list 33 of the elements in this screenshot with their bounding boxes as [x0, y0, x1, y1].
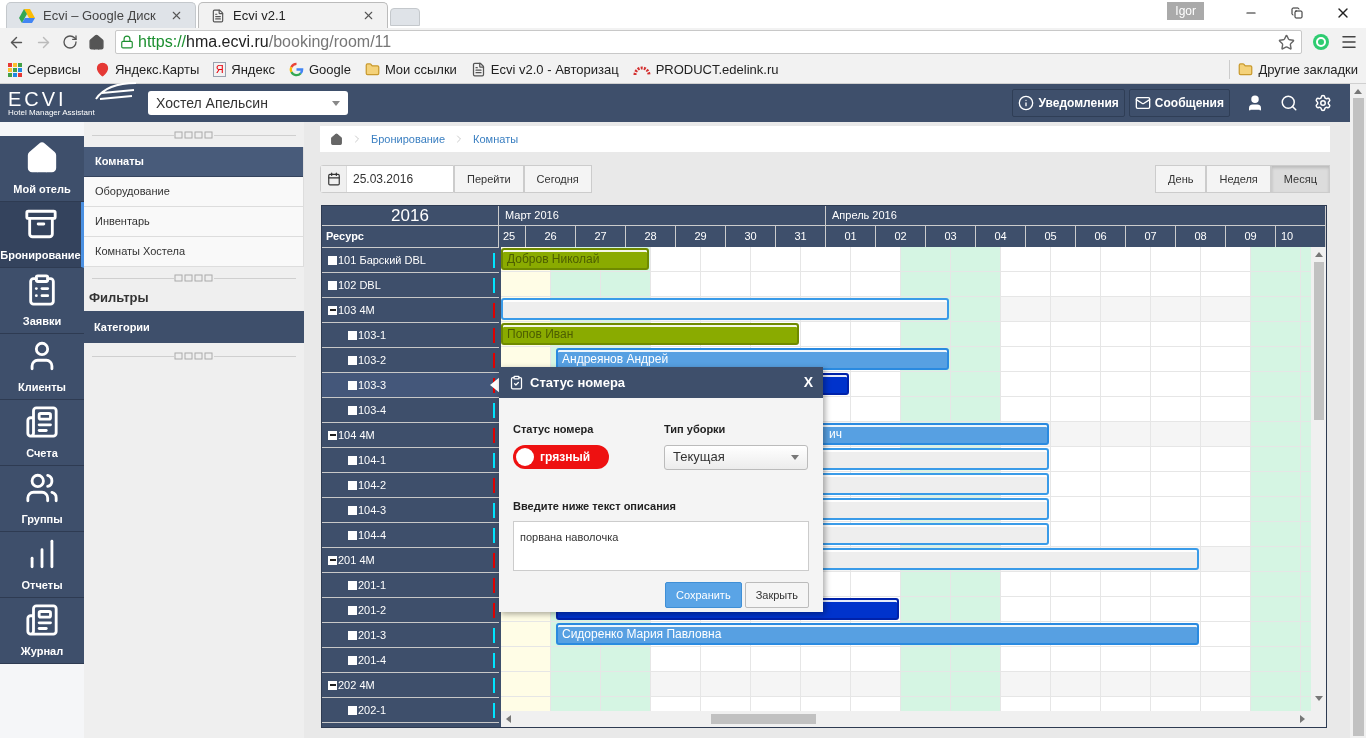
resource-name: 104-3: [358, 502, 387, 518]
resource-name: 201-1: [358, 577, 387, 593]
field-label: Статус номера: [513, 422, 595, 437]
resource-name: 104-1: [358, 452, 387, 468]
month-label: Март 2016: [499, 206, 826, 225]
resource-name: 103-1: [358, 327, 387, 343]
resource-name: 202 4M: [338, 677, 375, 693]
logo: ECVI Hotel Manager Assistant: [0, 89, 148, 117]
yandex-icon: Я: [213, 62, 227, 77]
field-label: Введите ниже текст описания: [513, 498, 677, 514]
resource-name: 104 4M: [338, 427, 375, 443]
resource-name: 202-1: [358, 702, 387, 718]
resource-name: 201-3: [358, 627, 387, 643]
resource-name: 104-4: [358, 527, 387, 543]
dialog-title: Статус номера: [530, 373, 626, 392]
resource-name: 103 4M: [338, 302, 375, 318]
resource-name: 201-2: [358, 602, 387, 618]
resource-name: 101 Барский DBL: [338, 252, 426, 268]
year-label: 2016: [322, 206, 498, 226]
month-label: Апрель 2016: [826, 206, 1326, 225]
tab-title: Ecvi – Google Диск: [43, 6, 157, 25]
resource-name: 104-2: [358, 477, 387, 493]
field-label: Тип уборки: [664, 422, 727, 437]
resource-name: 201 4M: [338, 552, 375, 568]
resource-name: 103-2: [358, 352, 387, 368]
resource-name: 102 DBL: [338, 277, 381, 293]
filters-title: Фильтры: [88, 289, 150, 308]
resource-name: 103-3: [358, 377, 387, 393]
url-text: https://hma.ecvi.ru/booking/room/11: [138, 32, 392, 52]
tab-title: Ecvi v2.1: [233, 6, 287, 25]
resource-name: 103-4: [358, 402, 387, 418]
resource-header: Ресурс: [325, 229, 365, 245]
resource-name: 201-4: [358, 652, 387, 668]
